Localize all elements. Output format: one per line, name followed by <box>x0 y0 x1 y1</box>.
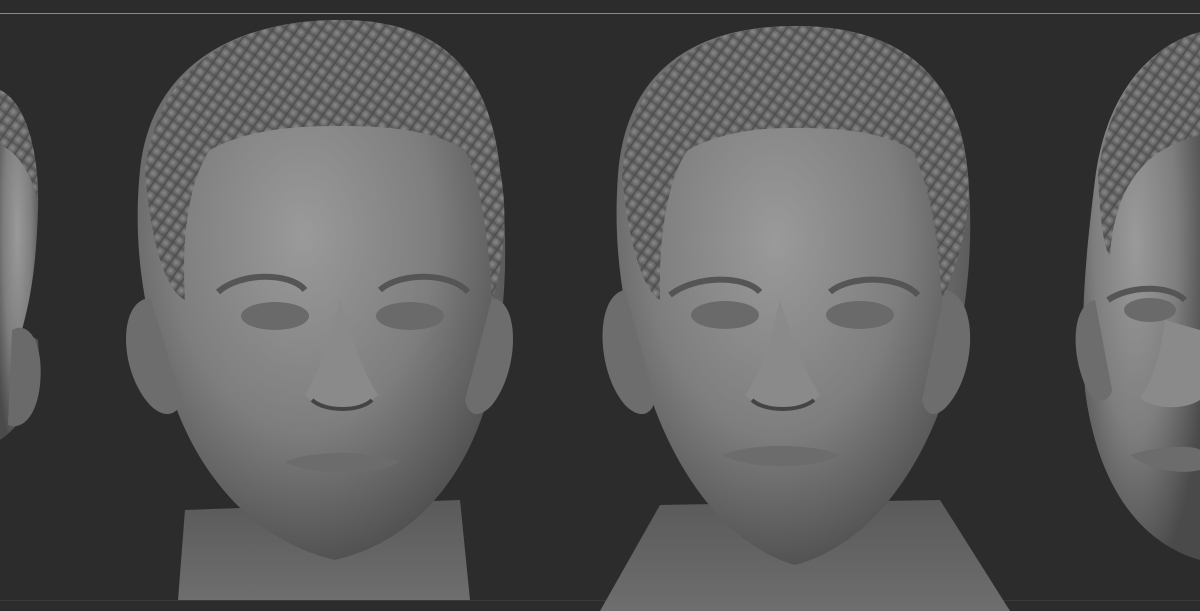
head-sculpt-right-partial <box>1075 32 1200 560</box>
head-sculpt-left-partial <box>0 90 41 440</box>
head-sculpt-front-1 <box>126 20 513 600</box>
sculpt-viewport[interactable] <box>0 0 1200 611</box>
sculpt-models <box>0 20 1200 611</box>
head-sculpt-front-2 <box>600 26 1010 611</box>
